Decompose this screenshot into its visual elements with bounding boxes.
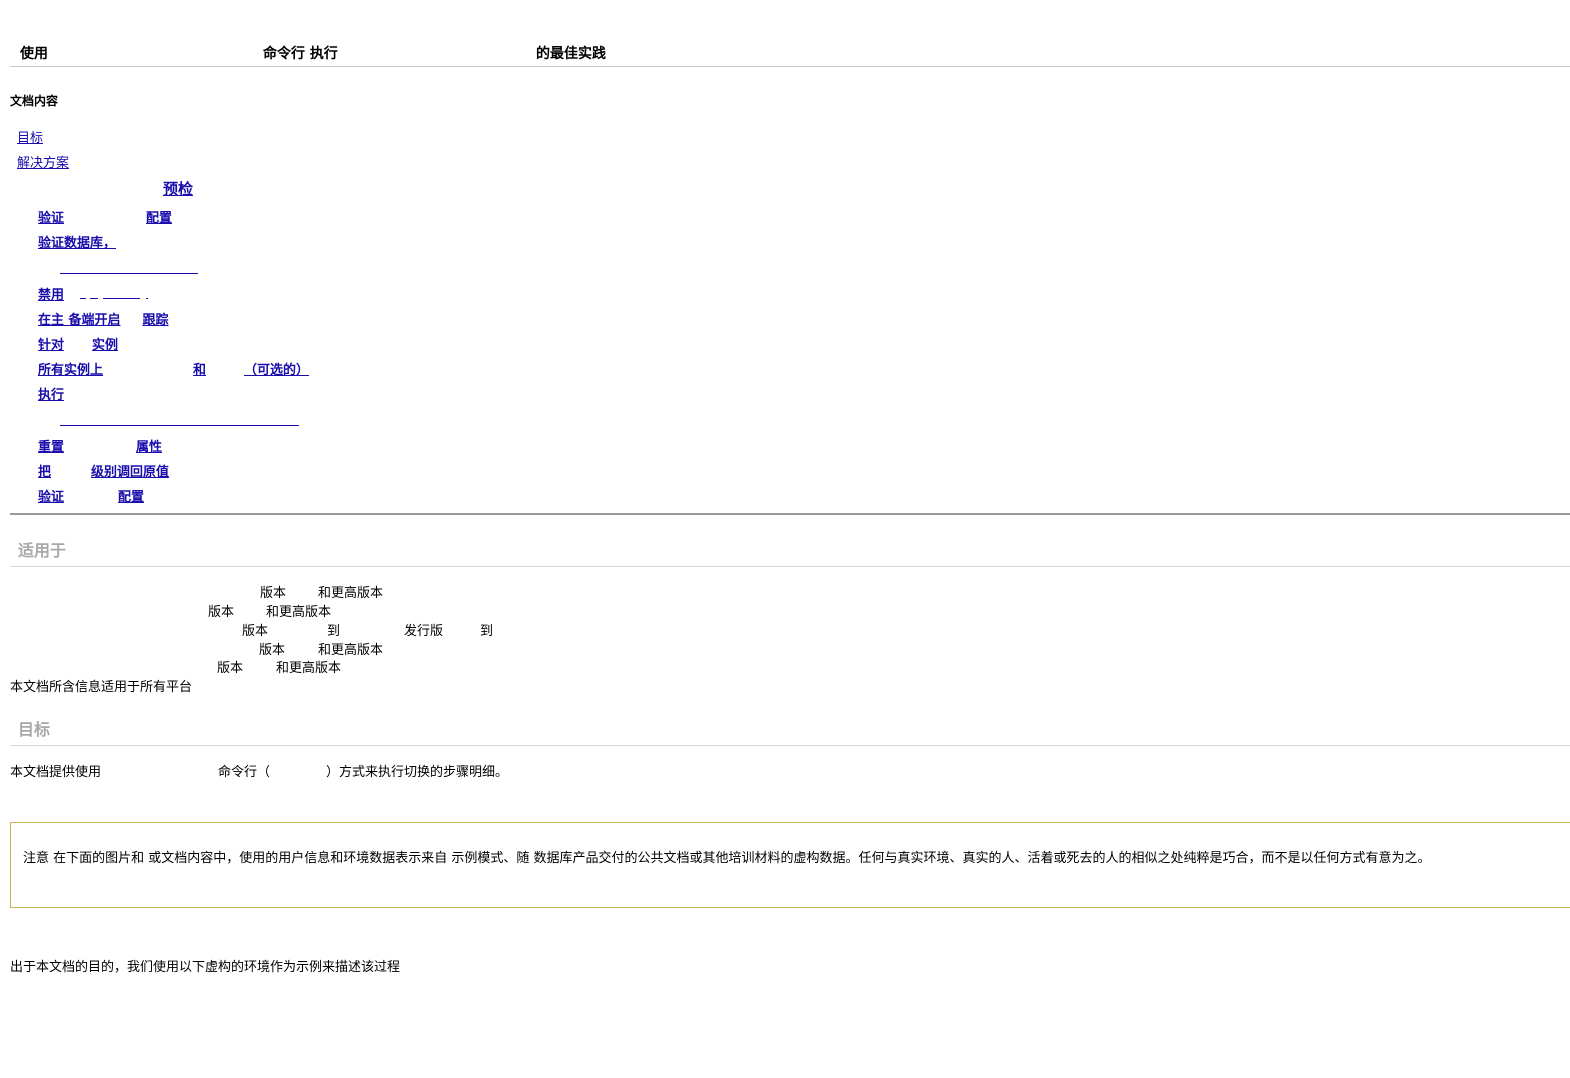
section-divider	[10, 566, 1570, 567]
goal-heading: 目标	[18, 720, 51, 739]
applies-to-text: 版本	[208, 605, 235, 620]
goal-text: 本文档提供使用	[10, 765, 102, 780]
toc-link-goal[interactable]: 目标	[17, 127, 43, 146]
title-part: 的最佳实践	[536, 46, 606, 62]
platform-note: 本文档所含信息适用于所有平台	[10, 680, 193, 695]
applies-to-text: 到	[327, 624, 341, 639]
toc-link-solution[interactable]: 解决方案	[17, 152, 69, 171]
applies-to-text: 版本	[242, 624, 269, 639]
toc-underline-fragment	[146, 298, 148, 299]
toc-underline-fragment	[90, 298, 98, 299]
toc-link-disable[interactable]: 禁用	[38, 284, 64, 303]
toc-link-blank-underline[interactable]	[60, 273, 198, 274]
toc-link-for-instance[interactable]: 针对 实例	[38, 334, 118, 353]
toc-link-execute[interactable]: 执行	[38, 384, 146, 403]
toc-heading: 文档内容	[10, 94, 59, 108]
applies-to-text: 和更高版本	[266, 605, 332, 620]
applies-to-heading: 适用于	[18, 541, 67, 560]
toc-underline-fragment	[103, 298, 140, 299]
applies-to-text: 和更高版本	[276, 661, 342, 676]
toc-link-all-instances[interactable]: 所有实例上和（可选的）	[38, 359, 309, 378]
note-box: 注意 在下面的图片和 或文档内容中，使用的用户信息和环境数据表示来自 示例模式、…	[10, 822, 1570, 908]
toc-link-verify-config[interactable]: 验证 配置	[38, 207, 172, 226]
applies-to-text: 版本	[217, 661, 244, 676]
goal-text: 命令行（	[218, 765, 271, 780]
toc-link-verify-database[interactable]: 验证数据库，	[38, 232, 116, 251]
closing-text: 出于本文档的目的，我们使用以下虚构的环境作为示例来描述该过程	[10, 960, 401, 975]
toc-link-restore-level[interactable]: 把级别调回原值	[38, 461, 169, 480]
toc-link-verify-config-final[interactable]: 验证 配置	[38, 486, 170, 505]
toc-link-reset-property[interactable]: 重置 属性	[38, 436, 162, 455]
applies-to-text: 版本	[259, 643, 286, 658]
applies-to-text: 到	[480, 624, 494, 639]
toc-link-enable-trace[interactable]: 在主 备端开启 跟踪	[38, 309, 169, 328]
applies-to-text: 和更高版本	[318, 586, 384, 601]
goal-text: ）方式来执行切换的步骤明细。	[326, 765, 509, 780]
title-divider	[10, 66, 1570, 67]
applies-to-text: 和更高版本	[318, 643, 384, 658]
title-part: 使用	[20, 46, 48, 62]
toc-underline-fragment	[80, 298, 86, 299]
note-text: 注意 在下面的图片和 或文档内容中，使用的用户信息和环境数据表示来自 示例模式、…	[23, 851, 1431, 866]
applies-to-text: 发行版	[404, 624, 444, 639]
toc-link-preflight[interactable]: 预检	[60, 178, 193, 199]
section-divider	[10, 745, 1570, 746]
toc-link-blank-underline[interactable]	[60, 425, 299, 426]
section-divider	[10, 513, 1570, 515]
applies-to-text: 版本	[260, 586, 287, 601]
title-part: 命令行 执行	[263, 46, 338, 62]
